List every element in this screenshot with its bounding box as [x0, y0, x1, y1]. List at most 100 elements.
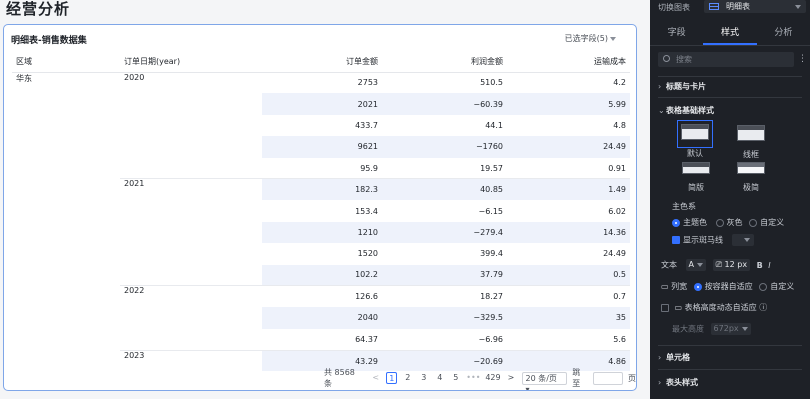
cell-region: [12, 307, 120, 328]
style-thumb-frame: [677, 120, 713, 148]
style-thumb: [737, 162, 765, 174]
table-row: 2023 43.29 −20.69 4.86: [12, 349, 630, 372]
color-option-theme[interactable]: 主题色: [672, 218, 707, 227]
cell-order-date: [120, 329, 262, 350]
chevron-down-icon: ▾: [525, 384, 530, 391]
cell-shipping-cost: 0.5: [507, 264, 630, 286]
column-header-order-date[interactable]: 订单日期(year): [120, 51, 262, 73]
style-option-minimal[interactable]: 极简: [733, 158, 769, 193]
card-title: 明细表-销售数据集: [11, 36, 87, 46]
style-thumb: [682, 162, 710, 174]
cell-shipping-cost: 5.6: [613, 334, 626, 344]
cell-profit: −279.4: [382, 221, 507, 244]
row-height-toggle[interactable]: ▭ 表格高度动态自适应 ⓘ: [661, 302, 767, 313]
cell-order-date: [120, 265, 262, 286]
tab-style[interactable]: 样式: [703, 20, 757, 45]
next-page-button[interactable]: >: [506, 372, 517, 384]
cell-profit: 19.57: [480, 163, 503, 173]
page-1-button[interactable]: 1: [386, 372, 398, 384]
cell-profit: −1760: [382, 136, 507, 158]
tab-analysis[interactable]: 分析: [757, 20, 810, 45]
chevron-right-icon: ›: [658, 82, 662, 91]
page-title: 经营分析: [6, 0, 71, 18]
page-4-button[interactable]: 4: [434, 372, 445, 384]
table-row: 102.2 37.79 0.5: [12, 264, 630, 286]
cell-order-amount: 64.37: [355, 334, 378, 344]
style-thumb-frame: [733, 158, 769, 182]
chevron-down-icon: ⌄: [658, 106, 665, 115]
column-header-region[interactable]: 区域: [12, 51, 120, 73]
page-last-button[interactable]: 429: [485, 372, 500, 384]
width-option-custom[interactable]: 自定义: [759, 282, 794, 291]
prev-page-button[interactable]: <: [370, 372, 381, 384]
table-row: 153.4 −6.15 6.02: [12, 200, 630, 221]
font-select[interactable]: A: [685, 259, 707, 271]
zebra-toggle[interactable]: 显示斑马线: [672, 234, 754, 246]
column-header-shipping-cost[interactable]: 运输成本: [507, 51, 630, 73]
divider: [658, 76, 802, 77]
table-row: 9621 −1760 24.49: [12, 136, 630, 158]
jump-page-input[interactable]: [593, 371, 623, 385]
cell-shipping-cost: 14.36: [507, 221, 630, 244]
zebra-color-select[interactable]: [731, 234, 754, 246]
font-size-input[interactable]: ⎚ 12 px: [712, 259, 751, 271]
page-size-select[interactable]: 20 条/页 ▾: [521, 371, 568, 390]
table-header-row: 区域 订单日期(year) 订单金额 利润金额 运输成本: [12, 51, 630, 73]
panel-tabs: 字段 样式 分析: [650, 20, 810, 46]
column-header-order-amount[interactable]: 订单金额: [262, 51, 382, 73]
table-row: 2022 126.6 18.27 0.7: [12, 285, 630, 308]
color-option-custom[interactable]: 自定义: [749, 218, 784, 227]
cell-order-amount: 126.6: [262, 285, 382, 308]
cell-shipping-cost: 24.49: [603, 249, 626, 259]
detail-table: 区域 订单日期(year) 订单金额 利润金额 运输成本 华东 2020 2753 5…: [12, 51, 630, 372]
cell-order-amount: 1210: [262, 221, 382, 244]
monitor-icon: ▭: [661, 282, 669, 291]
style-option-simple[interactable]: 简版: [678, 158, 714, 193]
cell-shipping-cost: 1.49: [507, 178, 630, 201]
style-thumb: [737, 125, 765, 141]
table-row: 1210 −279.4 14.36: [12, 221, 630, 244]
color-option-gray[interactable]: 灰色: [715, 218, 743, 227]
settings-panel: 切换图表 明细表 字段 样式 分析 搜索 ⋮ › 标题与卡片 ⌄表格基础样式 默认…: [650, 0, 810, 399]
cell-shipping-cost: 4.8: [613, 120, 626, 130]
section-header-style[interactable]: › 表头样式: [658, 377, 698, 388]
width-option-label: 按容器自适应: [704, 282, 753, 291]
page-3-button[interactable]: 3: [418, 372, 429, 384]
cell-region: [12, 350, 120, 371]
chart-type-select[interactable]: 明细表: [704, 0, 806, 13]
cell-order-amount: 433.7: [355, 120, 378, 130]
width-option-label: 自定义: [770, 282, 795, 291]
table-row: 95.9 19.57 0.91: [12, 158, 630, 179]
max-height-value: 672px: [713, 324, 739, 333]
column-header-profit[interactable]: 利润金额: [382, 51, 507, 73]
info-icon[interactable]: ⓘ: [759, 303, 767, 312]
tab-fields[interactable]: 字段: [650, 20, 703, 45]
italic-button[interactable]: I: [768, 261, 770, 270]
radio-icon: [672, 218, 680, 227]
cell-order-amount: 9621: [262, 136, 382, 158]
section-table-base-style[interactable]: ⌄表格基础样式: [658, 105, 714, 116]
style-thumb: [681, 124, 709, 140]
bold-button[interactable]: B: [757, 261, 763, 270]
section-title-card[interactable]: › 标题与卡片: [658, 81, 706, 92]
cell-shipping-cost: 6.02: [608, 206, 626, 216]
page-5-button[interactable]: 5: [450, 372, 461, 384]
more-pages-ellipsis[interactable]: •••: [466, 372, 480, 384]
font-sample: A: [688, 260, 695, 269]
field-selector[interactable]: 已选字段(5): [565, 33, 616, 44]
section-cell[interactable]: › 单元格: [658, 352, 690, 363]
cell-order-amount: 2040: [262, 307, 382, 329]
switch-chart-label: 切换图表: [658, 3, 690, 12]
style-option-wireframe[interactable]: 线框: [733, 121, 769, 160]
search-input[interactable]: 搜索: [658, 52, 794, 67]
cell-order-date: [120, 222, 262, 243]
color-option-label: 灰色: [726, 218, 743, 227]
more-options-icon[interactable]: ⋮: [798, 54, 807, 64]
cell-region: [12, 222, 120, 243]
cell-region: [12, 265, 120, 286]
width-option-auto[interactable]: 按容器自适应: [693, 282, 753, 291]
cell-profit: 18.27: [382, 285, 507, 308]
max-height-input[interactable]: 672px: [710, 323, 751, 335]
page-2-button[interactable]: 2: [402, 372, 413, 384]
style-option-default[interactable]: 默认: [677, 120, 713, 159]
